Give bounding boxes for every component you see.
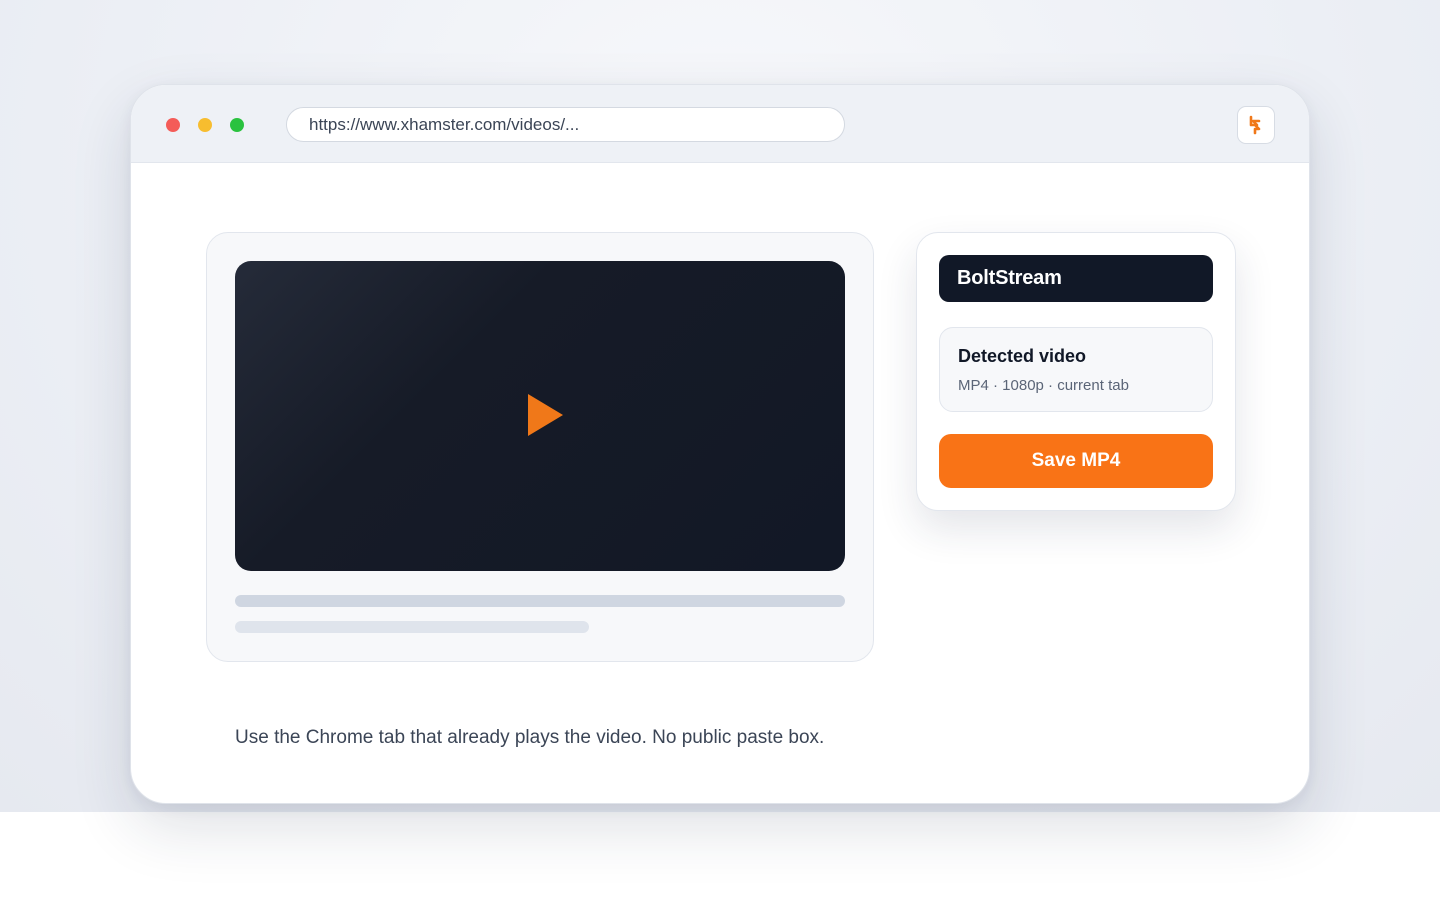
browser-titlebar: https://www.xhamster.com/videos/...	[131, 85, 1309, 163]
popup-header: BoltStream	[939, 255, 1213, 302]
subtitle-placeholder	[235, 621, 589, 633]
maximize-window-button[interactable]	[230, 118, 244, 132]
save-mp4-button[interactable]: Save MP4	[939, 434, 1213, 488]
address-bar-url: https://www.xhamster.com/videos/...	[309, 114, 580, 134]
video-card	[206, 232, 874, 662]
title-placeholder	[235, 595, 845, 607]
close-window-button[interactable]	[166, 118, 180, 132]
address-bar[interactable]: https://www.xhamster.com/videos/...	[286, 107, 845, 142]
minimize-window-button[interactable]	[198, 118, 212, 132]
detected-video-title: Detected video	[958, 346, 1087, 366]
caption-text: Use the Chrome tab that already plays th…	[235, 727, 825, 748]
extension-popup: BoltStream Detected video MP4 · 1080p · …	[916, 232, 1236, 511]
bolt-icon	[1249, 115, 1261, 135]
extension-button[interactable]	[1237, 106, 1275, 144]
video-player[interactable]	[235, 261, 845, 571]
detected-video-card: Detected video MP4 · 1080p · current tab	[939, 327, 1213, 412]
brand-name: BoltStream	[957, 267, 1062, 289]
play-icon[interactable]	[528, 394, 563, 436]
detected-video-meta: MP4 · 1080p · current tab	[958, 377, 1129, 394]
browser-window: https://www.xhamster.com/videos/... Bolt…	[130, 84, 1310, 804]
